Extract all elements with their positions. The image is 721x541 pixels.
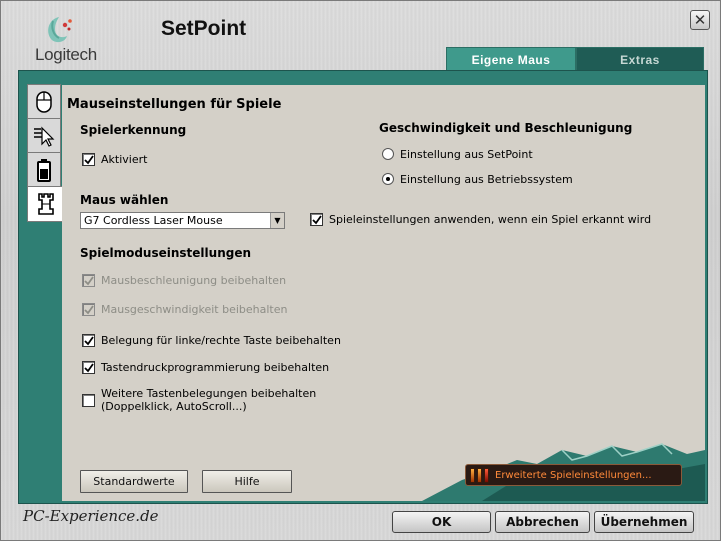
speed-option-setpoint[interactable]: Einstellung aus SetPoint bbox=[382, 148, 533, 161]
apply-game-checkbox[interactable] bbox=[310, 213, 323, 226]
speed-option-os[interactable]: Einstellung aus Betriebssystem bbox=[382, 173, 573, 186]
side-tab-games[interactable] bbox=[27, 186, 63, 222]
mouse-select-value: G7 Cordless Laser Mouse bbox=[84, 214, 223, 227]
speed-label-setpoint: Einstellung aus SetPoint bbox=[400, 148, 533, 161]
extended-game-settings-label: Erweiterte Spieleinstellungen... bbox=[495, 469, 652, 481]
option-mouse-accel[interactable]: Mausbeschleunigung beibehalten bbox=[82, 274, 286, 287]
button-mapping-checkbox[interactable] bbox=[82, 334, 95, 347]
more-buttons-label-line1: Weitere Tastenbelegungen beibehalten bbox=[101, 387, 317, 400]
mouse-speed-checkbox[interactable] bbox=[82, 303, 95, 316]
mouse-speed-label: Mausgeschwindigkeit beibehalten bbox=[101, 303, 288, 316]
setpoint-window: Logitech SetPoint ✕ Eigene Maus Extras M… bbox=[0, 0, 721, 541]
check-icon bbox=[83, 362, 94, 372]
led-indicator-icon bbox=[470, 467, 489, 483]
check-icon bbox=[83, 304, 94, 314]
more-buttons-checkbox[interactable] bbox=[82, 394, 95, 407]
mouse-select-dropdown[interactable]: G7 Cordless Laser Mouse ▼ bbox=[80, 212, 285, 229]
keystroke-checkbox[interactable] bbox=[82, 361, 95, 374]
ok-button[interactable]: OK bbox=[392, 511, 491, 533]
option-more-buttons[interactable]: Weitere Tastenbelegungen beibehalten (Do… bbox=[82, 387, 316, 413]
tab-eigene-maus[interactable]: Eigene Maus bbox=[446, 47, 576, 71]
activated-checkbox[interactable] bbox=[82, 153, 95, 166]
option-mouse-speed[interactable]: Mausgeschwindigkeit beibehalten bbox=[82, 303, 287, 316]
mouse-select-heading: Maus wählen bbox=[80, 193, 169, 207]
apply-game-option[interactable]: Spieleinstellungen anwenden, wenn ein Sp… bbox=[310, 213, 651, 226]
check-icon bbox=[311, 214, 322, 224]
button-mapping-label: Belegung für linke/rechte Taste beibehal… bbox=[101, 334, 341, 347]
watermark: PC-Experience.de bbox=[23, 507, 159, 525]
defaults-button[interactable]: Standardwerte bbox=[80, 470, 188, 493]
speed-heading: Geschwindigkeit und Beschleunigung bbox=[379, 121, 633, 135]
apply-button[interactable]: Übernehmen bbox=[594, 511, 694, 533]
more-buttons-label: Weitere Tastenbelegungen beibehalten (Do… bbox=[101, 387, 316, 413]
speed-radio-setpoint[interactable] bbox=[382, 148, 394, 160]
app-title: SetPoint bbox=[161, 17, 247, 40]
chess-rook-icon bbox=[37, 193, 54, 215]
side-tab-pointer[interactable] bbox=[27, 118, 61, 154]
more-buttons-label-line2: (Doppelklick, AutoScroll...) bbox=[101, 400, 247, 413]
tab-extras[interactable]: Extras bbox=[576, 47, 704, 71]
activated-option[interactable]: Aktiviert bbox=[82, 153, 147, 166]
content-frame: Mauseinstellungen für Spiele Spielerkenn… bbox=[18, 70, 708, 504]
pointer-icon bbox=[34, 126, 55, 147]
option-keystroke[interactable]: Tastendruckprogrammierung beibehalten bbox=[82, 361, 329, 374]
close-button[interactable]: ✕ bbox=[690, 10, 710, 30]
option-button-mapping[interactable]: Belegung für linke/rechte Taste beibehal… bbox=[82, 334, 341, 347]
keystroke-label: Tastendruckprogrammierung beibehalten bbox=[101, 361, 330, 374]
close-icon: ✕ bbox=[693, 10, 707, 29]
speed-radio-os[interactable] bbox=[382, 173, 394, 185]
activated-label: Aktiviert bbox=[101, 153, 148, 166]
help-button[interactable]: Hilfe bbox=[202, 470, 292, 493]
mouse-accel-label: Mausbeschleunigung beibehalten bbox=[101, 274, 287, 287]
check-icon bbox=[83, 275, 94, 285]
brand-name: Logitech bbox=[35, 45, 97, 64]
side-tab-mouse[interactable] bbox=[27, 84, 61, 120]
apply-game-label: Spieleinstellungen anwenden, wenn ein Sp… bbox=[329, 213, 652, 226]
game-mode-heading: Spielmoduseinstellungen bbox=[80, 246, 252, 260]
check-icon bbox=[83, 154, 94, 164]
speed-label-os: Einstellung aus Betriebssystem bbox=[400, 173, 573, 186]
extended-game-settings-button[interactable]: Erweiterte Spieleinstellungen... bbox=[465, 464, 682, 486]
battery-icon bbox=[37, 159, 51, 182]
detection-heading: Spielerkennung bbox=[80, 123, 187, 137]
chevron-down-icon[interactable]: ▼ bbox=[270, 213, 284, 228]
check-icon bbox=[83, 335, 94, 345]
page-title: Mauseinstellungen für Spiele bbox=[67, 97, 282, 112]
cancel-button[interactable]: Abbrechen bbox=[495, 511, 590, 533]
mouse-accel-checkbox[interactable] bbox=[82, 274, 95, 287]
side-tab-battery[interactable] bbox=[27, 152, 61, 188]
game-settings-panel: Mauseinstellungen für Spiele Spielerkenn… bbox=[62, 85, 705, 501]
mouse-icon bbox=[36, 91, 52, 113]
